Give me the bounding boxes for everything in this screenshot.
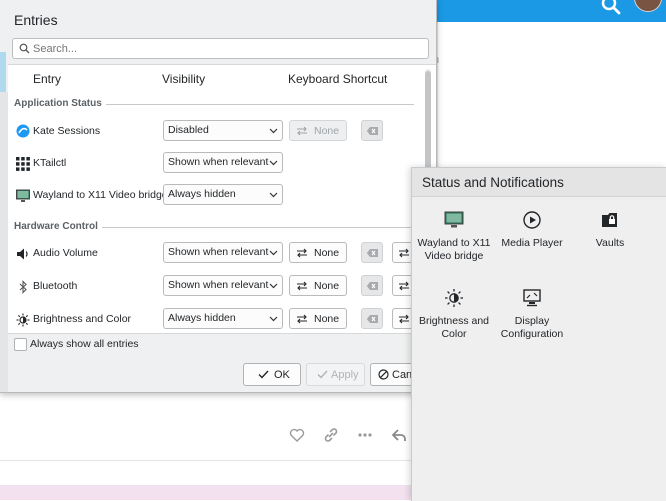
- clear-shortcut-button[interactable]: [361, 242, 383, 263]
- visibility-select-wayland-bridge[interactable]: Always hidden: [163, 184, 283, 205]
- tile-label: Wayland to X11 Video bridge: [417, 237, 491, 262]
- visibility-select-audio-volume[interactable]: Shown when relevant: [163, 242, 283, 263]
- search-field[interactable]: [12, 38, 429, 59]
- chevron-down-icon: [269, 192, 278, 198]
- shortcut-icon: [297, 126, 307, 136]
- check-icon: [317, 370, 328, 379]
- checkbox-label: Always show all entries: [30, 338, 139, 350]
- visibility-value: Always hidden: [168, 312, 236, 324]
- shortcut-button-brightness[interactable]: None: [289, 308, 347, 329]
- entries-list: Entry Visibility Keyboard Shortcut Appli…: [8, 64, 436, 334]
- visibility-select-brightness[interactable]: Always hidden: [163, 308, 283, 329]
- shortcut-value: None: [314, 280, 340, 292]
- grid-icon: [16, 157, 30, 171]
- tile-label: Display Configuration: [500, 315, 564, 340]
- apply-button[interactable]: Apply: [306, 363, 365, 386]
- backspace-icon: [366, 315, 378, 323]
- vault-icon: [602, 213, 617, 227]
- popup-title: Status and Notifications: [422, 175, 564, 190]
- chevron-down-icon: [269, 160, 278, 166]
- shortcut-value: None: [314, 247, 340, 259]
- chevron-down-icon: [269, 128, 278, 134]
- backspace-icon: [366, 127, 378, 135]
- monitor-icon: [444, 211, 464, 228]
- ok-label: OK: [274, 369, 290, 381]
- bluetooth-icon: [19, 280, 27, 294]
- shortcut-button-audio-volume[interactable]: None: [289, 242, 347, 263]
- visibility-value: Disabled: [168, 124, 209, 136]
- chevron-down-icon: [269, 316, 278, 322]
- entry-name-bluetooth: Bluetooth: [33, 280, 78, 292]
- speaker-icon: [17, 248, 28, 260]
- shortcut-button-kate-sessions[interactable]: None: [289, 120, 347, 141]
- entry-name-wayland-bridge: Wayland to X11 Video bridge: [33, 189, 168, 201]
- entry-name-audio-volume: Audio Volume: [33, 247, 98, 259]
- visibility-select-ktailctl[interactable]: Shown when relevant: [163, 152, 283, 173]
- kate-icon: [16, 124, 30, 138]
- entry-name-brightness: Brightness and Color: [33, 313, 132, 325]
- tile-label: Media Player: [501, 237, 563, 249]
- column-header-entry[interactable]: Entry: [33, 72, 61, 86]
- shortcut-icon: [297, 248, 307, 258]
- link-icon[interactable]: [323, 427, 339, 443]
- brightness-icon: [445, 289, 463, 307]
- tile-label: Vaults: [595, 237, 625, 249]
- shortcut-icon: [399, 314, 409, 324]
- backspace-icon: [366, 282, 378, 290]
- chevron-down-icon: [269, 250, 278, 256]
- more-icon[interactable]: [357, 427, 373, 443]
- sidebar-edge: [0, 92, 8, 392]
- search-icon: [19, 43, 30, 54]
- clear-shortcut-button[interactable]: [361, 275, 383, 296]
- ok-button[interactable]: OK: [243, 363, 301, 386]
- clear-shortcut-button[interactable]: [361, 308, 383, 329]
- section-divider: [106, 104, 414, 105]
- sidebar-selection: [0, 52, 6, 92]
- apply-label: Apply: [331, 369, 359, 381]
- status-notifications-popup: Status and Notifications Wayland to X11 …: [411, 167, 666, 501]
- entry-name-ktailctl: KTailctl: [33, 157, 67, 169]
- section-label-hardware-control: Hardware Control: [14, 221, 98, 232]
- scrollbar-thumb[interactable]: [425, 71, 431, 171]
- visibility-value: Always hidden: [168, 188, 236, 200]
- backspace-icon: [366, 249, 378, 257]
- chevron-down-icon: [269, 283, 278, 289]
- visibility-value: Shown when relevant: [168, 246, 269, 258]
- visibility-select-bluetooth[interactable]: Shown when relevant: [163, 275, 283, 296]
- shortcut-value: None: [314, 125, 340, 137]
- visibility-value: Shown when relevant: [168, 279, 269, 291]
- display-icon: [523, 289, 541, 307]
- shortcut-icon: [297, 281, 307, 291]
- shortcut-icon: [399, 281, 409, 291]
- visibility-select-kate-sessions[interactable]: Disabled: [163, 120, 283, 141]
- visibility-value: Shown when relevant: [168, 156, 269, 168]
- post-actions: R: [289, 427, 419, 443]
- dialog-title: Entries: [14, 12, 58, 28]
- clear-shortcut-button[interactable]: [361, 120, 383, 141]
- column-header-visibility[interactable]: Visibility: [162, 72, 205, 86]
- column-header-shortcut[interactable]: Keyboard Shortcut: [288, 72, 387, 86]
- heart-icon[interactable]: [289, 427, 305, 443]
- reply-icon: [391, 429, 406, 441]
- monitor-icon: [16, 189, 30, 202]
- popup-header: Status and Notifications: [412, 168, 666, 197]
- shortcut-icon: [399, 248, 409, 258]
- entry-name-kate-sessions: Kate Sessions: [33, 125, 101, 137]
- brightness-icon: [16, 313, 30, 327]
- checkbox-box[interactable]: [14, 338, 27, 351]
- shortcut-value: None: [314, 313, 340, 325]
- check-icon: [258, 370, 269, 379]
- entries-dialog: Entries Entry Visibility Keyboard Shortc…: [0, 0, 437, 393]
- search-icon[interactable]: [600, 0, 622, 16]
- section-label-application-status: Application Status: [14, 98, 102, 109]
- section-divider: [102, 227, 414, 228]
- tile-label: Brightness and Color: [418, 315, 490, 340]
- content-divider: [437, 22, 438, 167]
- cancel-icon: [378, 369, 389, 380]
- shortcut-button-bluetooth[interactable]: None: [289, 275, 347, 296]
- shortcut-icon: [297, 314, 307, 324]
- search-input[interactable]: [33, 41, 423, 56]
- play-icon: [523, 211, 541, 229]
